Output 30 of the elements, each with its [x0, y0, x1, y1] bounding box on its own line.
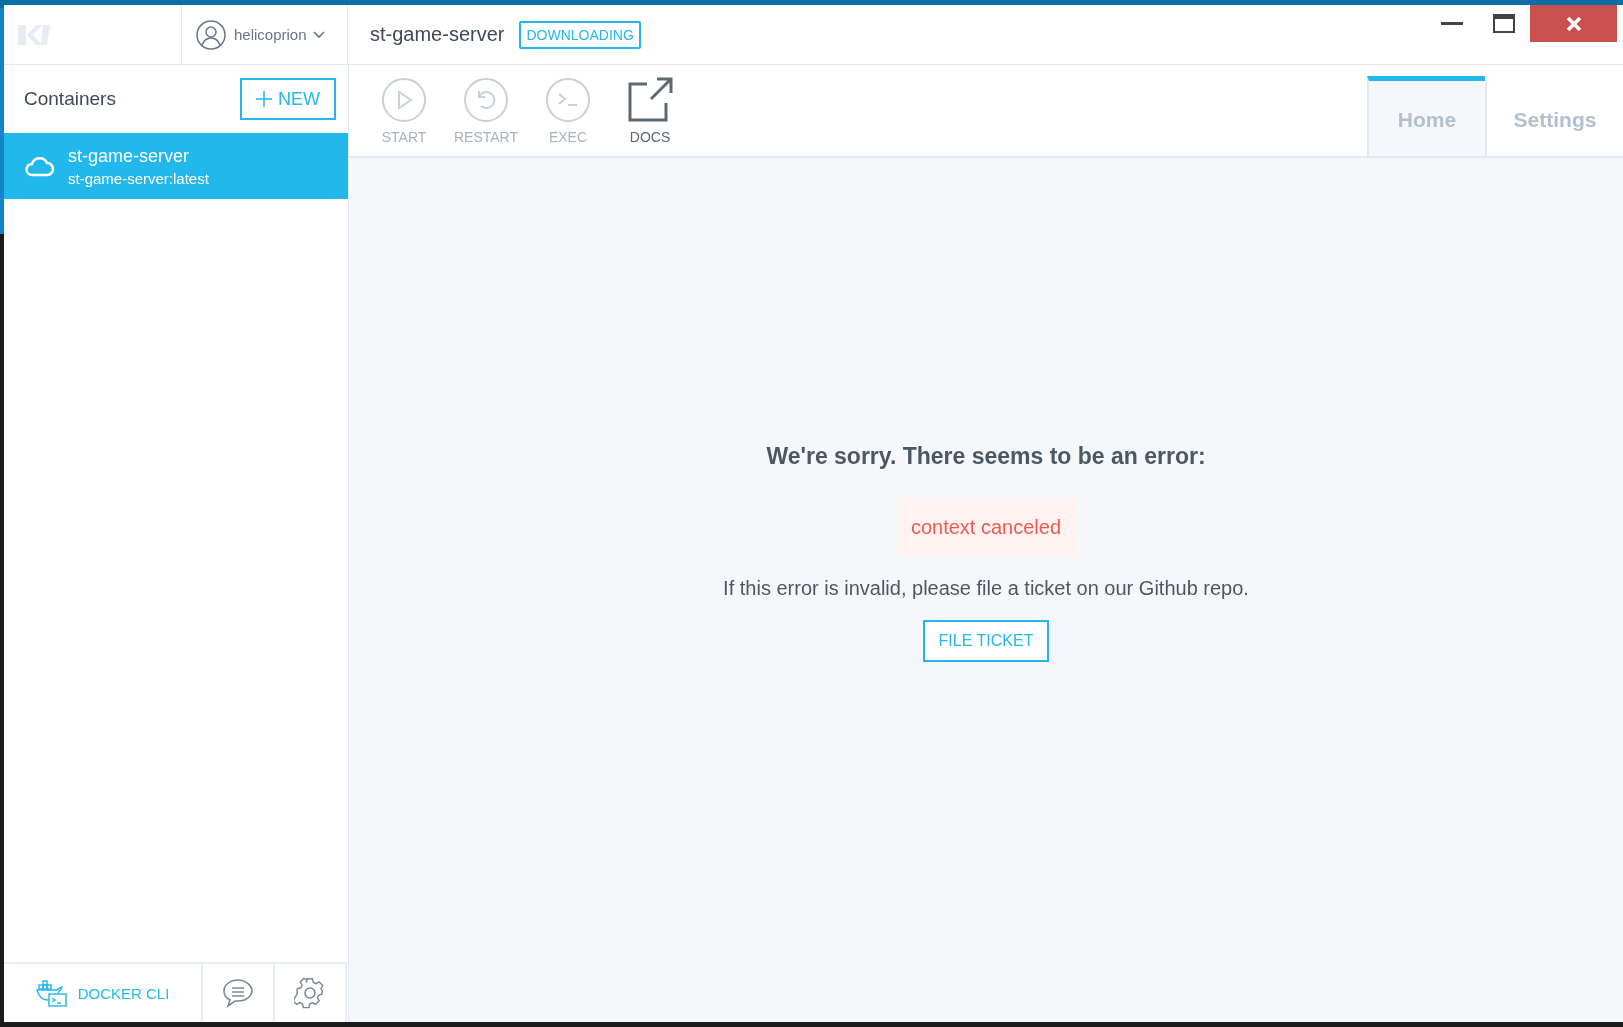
container-item[interactable]: st-game-server st-game-server:latest — [4, 133, 348, 199]
chevron-down-icon — [312, 30, 325, 39]
account-menu[interactable]: helicoprion — [234, 26, 325, 43]
close-icon — [1565, 15, 1582, 32]
logo-icon — [18, 22, 50, 47]
tab[interactable]: Home — [1367, 76, 1485, 156]
error-hint: If this error is invalid, please file a ticket on our Github repo. — [723, 577, 1249, 600]
whale-terminal-icon — [35, 979, 68, 1007]
close-button[interactable] — [1530, 5, 1617, 42]
settings-icon — [294, 977, 326, 1009]
error-heading: We're sorry. There seems to be an error: — [766, 443, 1206, 470]
toolbar-button[interactable]: DOCS — [611, 76, 689, 145]
speech-bubble-icon — [222, 978, 254, 1008]
plus-icon — [256, 91, 272, 107]
status-badge: DOWNLOADING — [519, 20, 641, 49]
maximize-icon — [1493, 13, 1515, 34]
container-name: st-game-server — [68, 145, 191, 167]
play-icon — [381, 76, 427, 123]
cloud-icon — [24, 155, 54, 177]
external-link-icon — [627, 76, 673, 123]
new-button[interactable]: NEW — [240, 78, 336, 120]
file-ticket-button[interactable]: FILE TICKET — [922, 620, 1050, 662]
avatar-icon — [196, 19, 226, 50]
sidebar-heading: Containers — [24, 88, 116, 110]
error-message: context canceled — [896, 498, 1076, 557]
window-title: st-game-server — [370, 23, 505, 46]
minimize-icon — [1441, 22, 1463, 25]
container-image: st-game-server:latest — [68, 169, 209, 187]
terminal-icon — [545, 76, 591, 123]
restart-icon — [463, 76, 509, 123]
